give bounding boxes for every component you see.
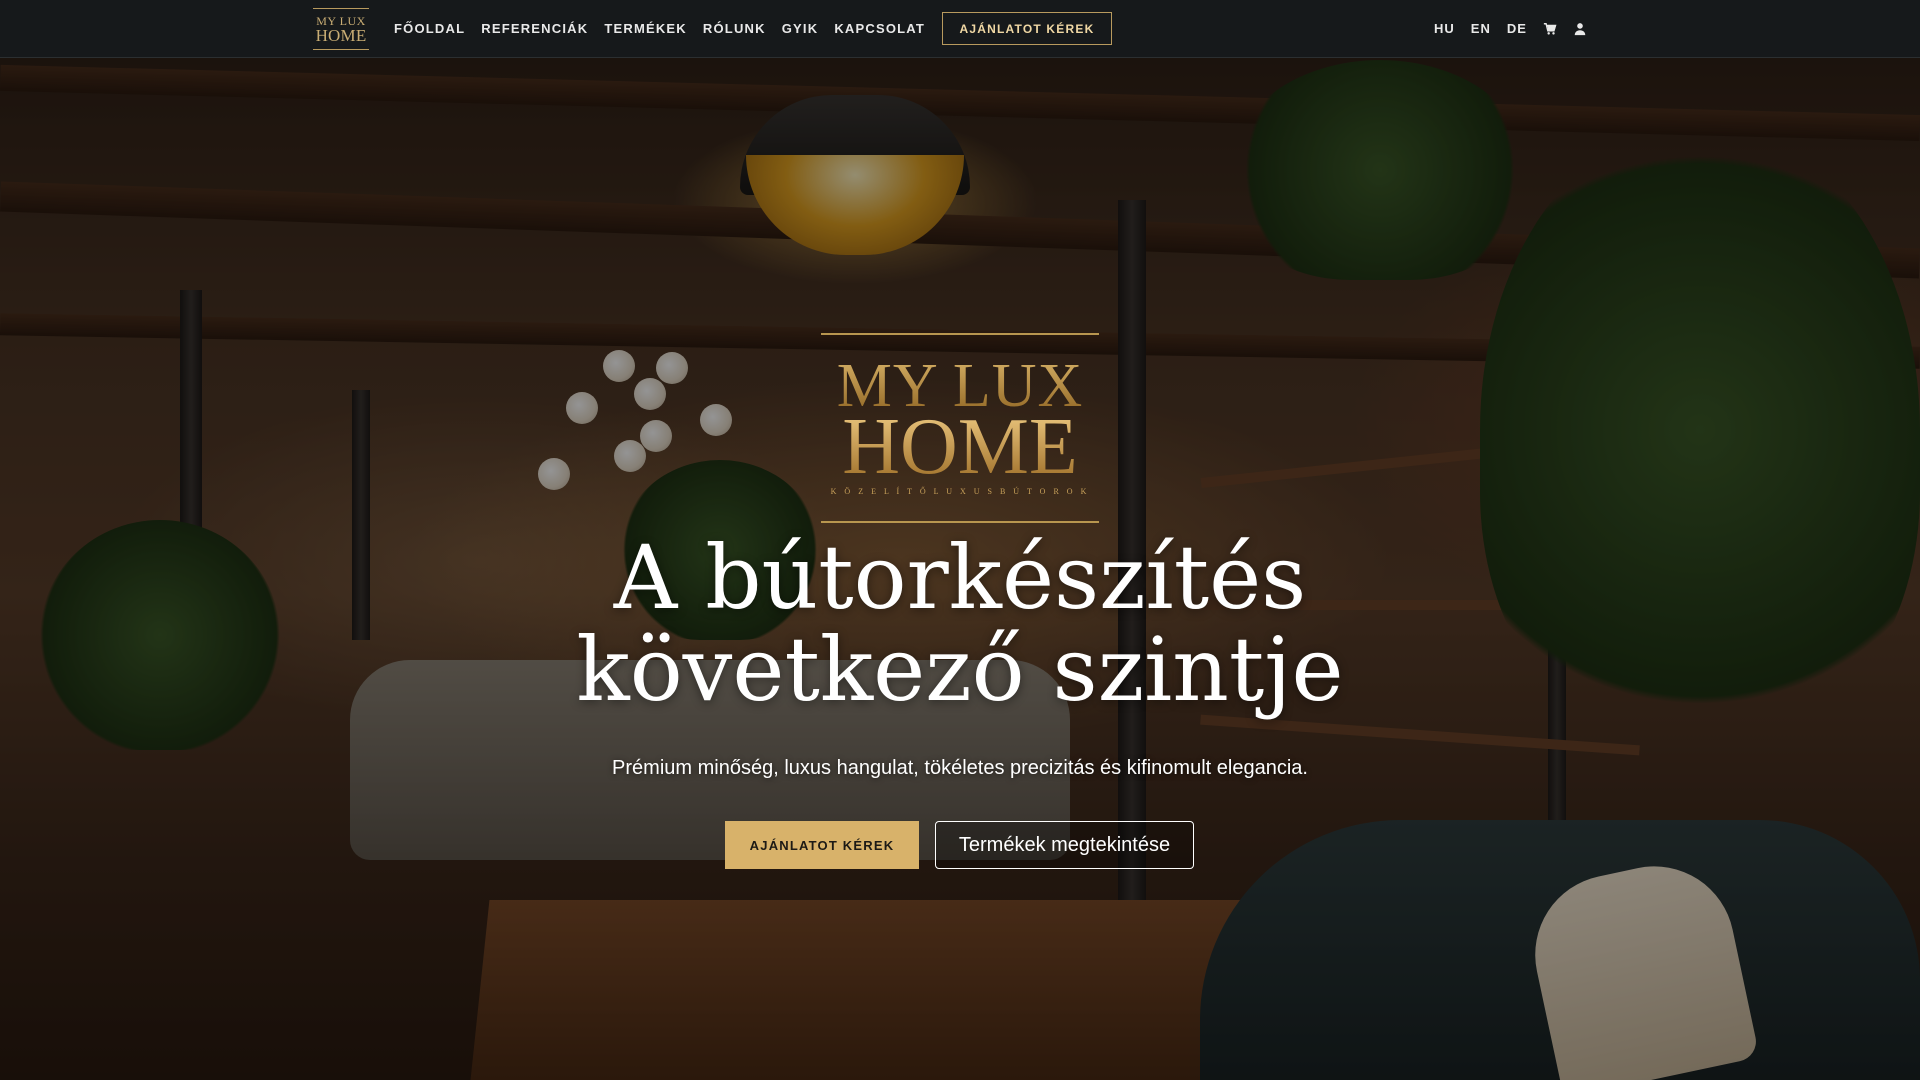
nav-link-products[interactable]: TERMÉKEK — [604, 21, 687, 36]
nav-logo-line1: MY LUX — [316, 13, 366, 28]
hero-headline-line2: következő szintje — [576, 618, 1344, 721]
nav-link-references[interactable]: REFERENCIÁK — [481, 21, 588, 36]
nav-links: FŐOLDAL REFERENCIÁK TERMÉKEK RÓLUNK GYIK… — [394, 0, 925, 57]
navbar: MY LUX HOME FŐOLDAL REFERENCIÁK TERMÉKEK… — [0, 0, 1920, 58]
nav-link-about[interactable]: RÓLUNK — [703, 21, 766, 36]
hero-logo-line2: HOME — [821, 407, 1099, 487]
hero-section: MY LUX HOME K Ö Z E L Í T Ő L U X U S B … — [0, 0, 1920, 1080]
lang-hu[interactable]: HU — [1434, 21, 1455, 36]
nav-logo-line2: HOME — [315, 25, 367, 45]
hero-logo: MY LUX HOME K Ö Z E L Í T Ő L U X U S B … — [821, 333, 1099, 523]
lang-en[interactable]: EN — [1471, 21, 1491, 36]
hero-headline-line1: A bútorkészítés — [613, 526, 1307, 629]
request-quote-button[interactable]: AJÁNLATOT KÉREK — [725, 821, 919, 869]
lang-de[interactable]: DE — [1507, 21, 1527, 36]
view-products-button[interactable]: Termékek megtekintése — [935, 821, 1194, 869]
nav-link-contact[interactable]: KAPCSOLAT — [834, 21, 925, 36]
hero-subtitle: Prémium minőség, luxus hangulat, tökélet… — [612, 757, 1308, 779]
nav-link-faq[interactable]: GYIK — [782, 21, 819, 36]
hero-logo-tagline: K Ö Z E L Í T Ő L U X U S B Ú T O R O K — [830, 487, 1090, 496]
nav-link-home[interactable]: FŐOLDAL — [394, 21, 465, 36]
hero-headline: A bútorkészítés következő szintje — [360, 532, 1560, 716]
nav-right: HU EN DE — [1434, 0, 1587, 57]
nav-logo[interactable]: MY LUX HOME — [313, 8, 369, 50]
nav-quote-button[interactable]: AJÁNLATOT KÉREK — [942, 12, 1112, 45]
cart-icon[interactable] — [1543, 22, 1557, 36]
user-icon[interactable] — [1573, 22, 1587, 36]
